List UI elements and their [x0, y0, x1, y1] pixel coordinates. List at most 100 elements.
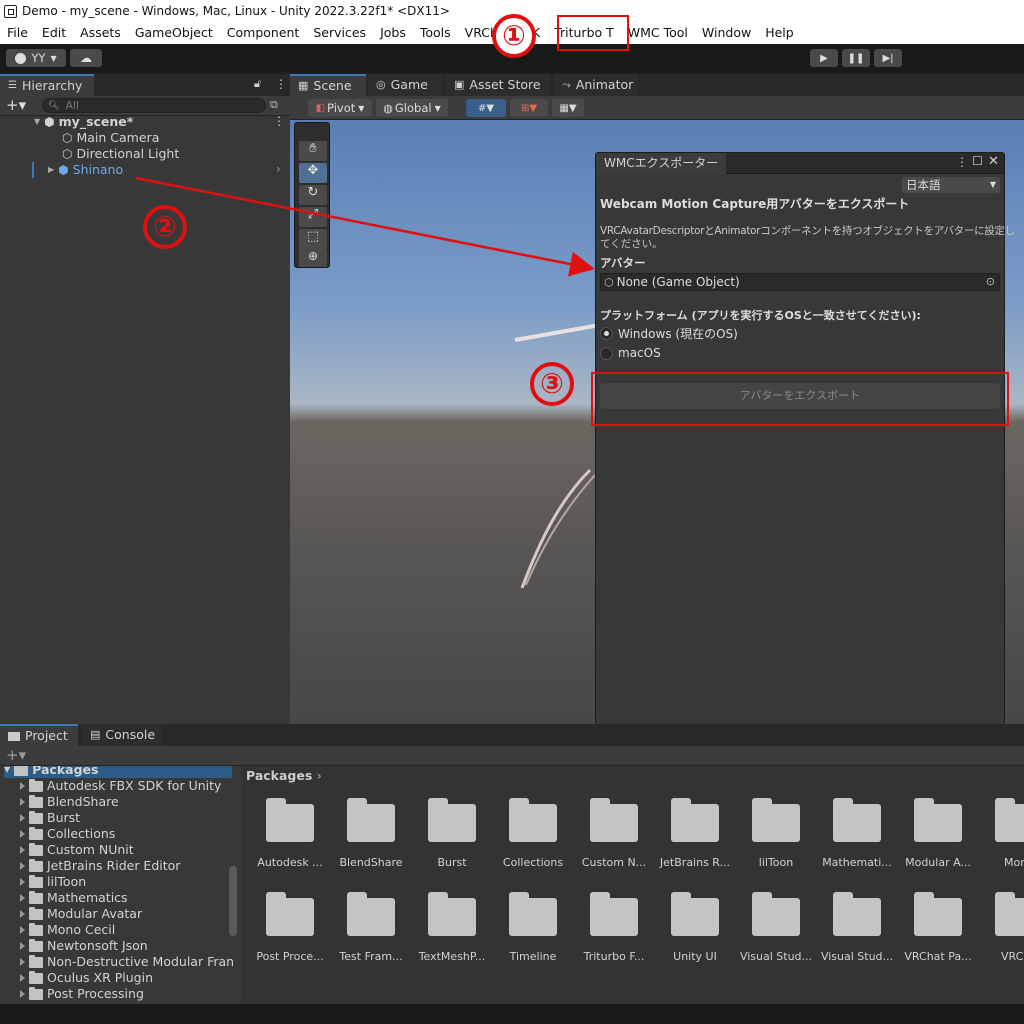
hierarchy-tab-bar: ☰ Hierarchy 🔓︎ ⋮ [0, 74, 290, 96]
close-icon[interactable]: ✕ [988, 154, 999, 169]
asset-folder-item[interactable]: lilToon [736, 798, 816, 869]
expand-right-icon [20, 878, 25, 886]
tree-item[interactable]: Oculus XR Plugin [20, 970, 153, 986]
menu-tools[interactable]: Tools [413, 22, 458, 44]
tree-item[interactable]: lilToon [20, 874, 86, 890]
wmc-window-title[interactable]: WMCエクスポーター [596, 152, 727, 174]
grid-button[interactable]: ▦▼ [552, 99, 584, 117]
tab-asset-store[interactable]: ▣ Asset Store [446, 74, 550, 96]
asset-folder-item[interactable]: Visual Stud... [736, 892, 816, 963]
asset-folder-item[interactable]: Mathemati... [817, 798, 897, 869]
asset-folder-item[interactable]: Post Proce... [250, 892, 330, 963]
lock-icon[interactable]: 🔓︎ [254, 77, 261, 91]
tree-root-packages[interactable]: ▼ Packages [4, 766, 232, 778]
asset-folder-item[interactable]: Collections [493, 798, 573, 869]
more-options-icon[interactable]: ⋮ [275, 77, 287, 91]
tree-item[interactable]: Burst [20, 810, 80, 826]
asset-folder-item[interactable]: Unity UI [655, 892, 735, 963]
object-picker-icon[interactable]: ⊙ [986, 275, 995, 288]
pivot-dropdown[interactable]: ◧ Pivot ▼ [308, 99, 372, 117]
hierarchy-item-main-camera[interactable]: ⬡ Main Camera [62, 130, 159, 146]
tab-animator[interactable]: ⤳ Animator [554, 74, 638, 96]
asset-folder-item[interactable]: Timeline [493, 892, 573, 963]
language-dropdown[interactable]: 日本語 ▼ [902, 177, 1000, 193]
more-options-icon[interactable]: ⋮ [956, 155, 968, 169]
global-dropdown[interactable]: ◍ Global ▼ [376, 99, 448, 117]
expand-right-icon [20, 798, 25, 806]
add-icon[interactable]: +▾ [6, 96, 26, 114]
prefab-icon: ⬢ [58, 163, 69, 177]
pause-button[interactable]: ❚❚ [842, 49, 870, 67]
maximize-icon[interactable]: ☐ [972, 154, 983, 168]
add-icon[interactable]: +▾ [6, 746, 26, 764]
search-placeholder: All [65, 99, 80, 112]
folder-icon [428, 798, 476, 842]
asset-folder-item[interactable]: Mono [979, 798, 1024, 869]
menu-component[interactable]: Component [220, 22, 307, 44]
menu-window[interactable]: Window [695, 22, 758, 44]
tree-item[interactable]: Post Processing [20, 986, 144, 1002]
cloud-button[interactable]: ☁ [70, 49, 102, 67]
tree-item[interactable]: Mono Cecil [20, 922, 115, 938]
avatar-object-field[interactable]: ⬡ None (Game Object) ⊙ [600, 273, 1000, 291]
asset-folder-item[interactable]: Burst [412, 798, 492, 869]
expand-right-icon [20, 974, 25, 982]
tab-game[interactable]: ◎ Game [368, 74, 442, 96]
project-grid: Packages › Autodesk ... BlendShare Burst Co… [242, 766, 1024, 1004]
step-button[interactable]: ▶| [874, 49, 902, 67]
asset-folder-item[interactable]: Test Fram... [331, 892, 411, 963]
menu-gameobject[interactable]: GameObject [128, 22, 220, 44]
tree-item[interactable]: BlendShare [20, 794, 119, 810]
asset-folder-item[interactable]: Modular A... [898, 798, 978, 869]
menu-jobs[interactable]: Jobs [373, 22, 413, 44]
tab-project[interactable]: Project [0, 724, 78, 746]
asset-folder-item[interactable]: Autodesk ... [250, 798, 330, 869]
account-label: YY [31, 51, 46, 65]
play-button[interactable]: ▶ [810, 49, 838, 67]
platform-option-macos[interactable]: macOS [600, 346, 661, 360]
asset-folder-item[interactable]: BlendShare [331, 798, 411, 869]
menu-edit[interactable]: Edit [35, 22, 73, 44]
snap-button[interactable]: ⊞▼ [510, 99, 548, 117]
account-dropdown[interactable]: YY ▼ [6, 49, 66, 67]
menu-services[interactable]: Services [306, 22, 373, 44]
menu-wmc-tool[interactable]: WMC Tool [621, 22, 695, 44]
tab-hierarchy[interactable]: ☰ Hierarchy [0, 74, 94, 96]
asset-folder-item[interactable]: Custom N... [574, 798, 654, 869]
hierarchy-item-directional-light[interactable]: ⬡ Directional Light [62, 146, 179, 162]
menu-assets[interactable]: Assets [73, 22, 128, 44]
tree-item[interactable]: Custom NUnit [20, 842, 134, 858]
tab-scene[interactable]: ▦ Scene [290, 74, 366, 96]
tree-item[interactable]: Collections [20, 826, 115, 842]
scene-options-icon[interactable]: ⋮ [273, 114, 285, 128]
hierarchy-search-input[interactable]: 🔍︎ All [42, 98, 266, 113]
asset-folder-label: Mono [1004, 856, 1024, 869]
menu-file[interactable]: File [0, 22, 35, 44]
tree-item[interactable]: JetBrains Rider Editor [20, 858, 180, 874]
chevron-right-icon[interactable]: › [276, 162, 281, 176]
tree-item[interactable]: Newtonsoft Json [20, 938, 148, 954]
asset-folder-item[interactable]: TextMeshP... [412, 892, 492, 963]
asset-folder-item[interactable]: VRCha [979, 892, 1024, 963]
asset-folder-item[interactable]: Triturbo F... [574, 892, 654, 963]
folder-icon [29, 778, 43, 792]
project-breadcrumb[interactable]: Packages › [246, 768, 322, 783]
folder-icon [752, 892, 800, 936]
tree-item[interactable]: Mathematics [20, 890, 128, 906]
tab-console[interactable]: ▤ Console [82, 724, 162, 746]
platform-option-windows[interactable]: Windows (現在のOS) [600, 325, 738, 342]
hierarchy-scene-row[interactable]: ▼ ⬢ my_scene* [34, 114, 133, 130]
tree-scrollbar[interactable] [229, 866, 237, 936]
tree-item[interactable]: Non-Destructive Modular Fran [20, 954, 234, 970]
scene-search-icon[interactable]: ⧉ [270, 98, 278, 112]
asset-folder-item[interactable]: Visual Stud... [817, 892, 897, 963]
asset-folder-item[interactable]: JetBrains R... [655, 798, 735, 869]
asset-folder-item[interactable]: VRChat Pa... [898, 892, 978, 963]
hierarchy-item-shinano[interactable]: ▶ ⬢ Shinano [48, 162, 123, 178]
tree-item[interactable]: Modular Avatar [20, 906, 142, 922]
menu-help[interactable]: Help [758, 22, 801, 44]
grid-icon: ▦▼ [559, 102, 577, 114]
tree-item[interactable]: Autodesk FBX SDK for Unity [20, 778, 221, 794]
tab-console-label: Console [105, 727, 156, 742]
view-options-button[interactable]: #▼ [466, 99, 506, 117]
